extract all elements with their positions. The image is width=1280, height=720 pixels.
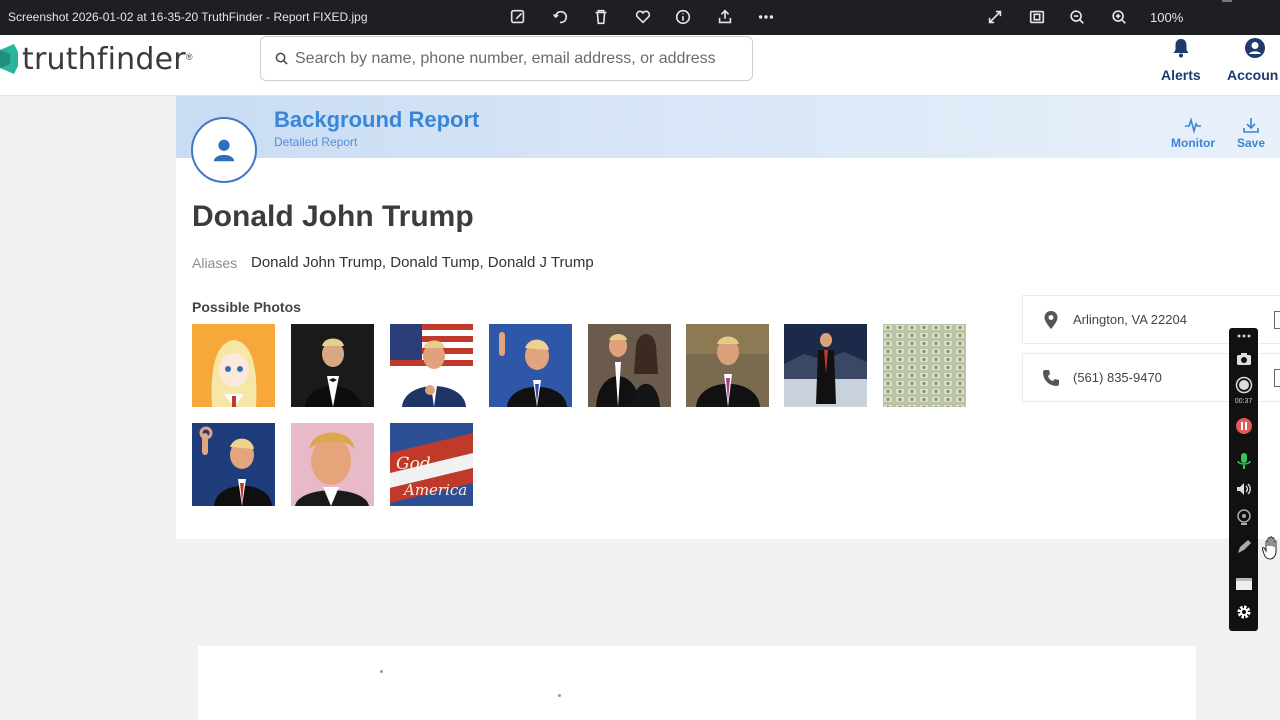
zoom-in-icon[interactable]: [1108, 6, 1130, 28]
delete-icon[interactable]: [590, 6, 612, 28]
zoom-out-icon[interactable]: [1066, 6, 1088, 28]
photo-thumbnail[interactable]: [489, 324, 572, 407]
recorder-toolbar: 00:37: [1229, 328, 1258, 631]
hand-cursor-icon: [1262, 536, 1277, 560]
alerts-button[interactable]: Alerts: [1161, 37, 1201, 83]
photo-thumbnail[interactable]: [291, 324, 374, 407]
photo-thumbnail[interactable]: [291, 423, 374, 506]
search-box[interactable]: [260, 36, 753, 81]
viewer-file-title: Screenshot 2026-01-02 at 16-35-20 TruthF…: [8, 10, 368, 24]
window-minimize-icon[interactable]: [1222, 0, 1232, 2]
logo-registered-mark: ®: [185, 52, 193, 62]
svg-text:America: America: [402, 481, 467, 499]
logo-text: truthfinder: [22, 41, 186, 77]
location-text: Arlington, VA 22204: [1073, 312, 1187, 327]
bell-icon: [1173, 39, 1189, 58]
account-label: Accoun: [1227, 67, 1279, 83]
phone-text: (561) 835-9470: [1073, 370, 1162, 385]
fit-icon[interactable]: [1026, 6, 1048, 28]
phone-icon: [1043, 369, 1059, 386]
download-icon: [1243, 118, 1259, 133]
aliases-value: Donald John Trump, Donald Tump, Donald J…: [251, 254, 594, 271]
photo-thumbnail[interactable]: [192, 423, 275, 506]
report-title: Background Report: [274, 107, 480, 132]
alerts-label: Alerts: [1161, 67, 1201, 83]
person-name: Donald John Trump: [192, 200, 474, 233]
search-icon: [275, 52, 288, 65]
save-label: Save: [1237, 136, 1266, 150]
more-icon[interactable]: [755, 6, 777, 28]
camera-icon[interactable]: [1233, 348, 1254, 369]
speck: [558, 694, 561, 697]
edit-icon[interactable]: [507, 6, 529, 28]
pen-icon[interactable]: [1233, 536, 1254, 557]
photo-thumbnail[interactable]: [784, 324, 867, 407]
record-icon[interactable]: [1233, 374, 1254, 395]
truthfinder-logo[interactable]: truthfinder ®: [0, 41, 192, 77]
photo-thumbnail[interactable]: [588, 324, 671, 407]
pulse-icon: [1185, 117, 1201, 134]
next-section-card: [198, 646, 1196, 720]
expand-icon[interactable]: [984, 6, 1006, 28]
copy-icon[interactable]: [1274, 311, 1280, 329]
share-icon[interactable]: [714, 6, 736, 28]
photo-thumbnail[interactable]: [883, 324, 966, 407]
photo-thumbnail[interactable]: [192, 324, 275, 407]
speck: [380, 670, 383, 673]
report-card: Background Report Detailed Report Monito…: [176, 96, 1280, 539]
photo-thumbnail[interactable]: [390, 324, 473, 407]
recorder-menu-icon[interactable]: [1233, 330, 1254, 342]
search-input[interactable]: [295, 49, 745, 68]
speaker-icon[interactable]: [1233, 478, 1254, 499]
account-button[interactable]: Accoun: [1227, 37, 1278, 83]
photo-thumbnail[interactable]: God America: [390, 423, 473, 506]
viewer-title-bar: Screenshot 2026-01-02 at 16-35-20 TruthF…: [0, 0, 1280, 35]
report-subtitle: Detailed Report: [274, 135, 358, 149]
account-icon: [1245, 38, 1265, 58]
avatar: [191, 117, 257, 183]
info-icon[interactable]: [672, 6, 694, 28]
aliases-label: Aliases: [192, 255, 238, 271]
photo-thumbnail[interactable]: [686, 324, 769, 407]
site-header: truthfinder® Alerts Accoun: [0, 35, 1280, 96]
person-icon: [213, 139, 235, 162]
map-pin-icon: [1044, 310, 1058, 329]
zoom-level[interactable]: 100%: [1150, 10, 1183, 25]
monitor-button[interactable]: Monitor: [1171, 116, 1215, 150]
settings-icon[interactable]: [1233, 601, 1254, 622]
pause-icon[interactable]: [1233, 415, 1254, 436]
monitor-label: Monitor: [1171, 136, 1215, 150]
rotate-icon[interactable]: [549, 6, 571, 28]
svg-text:God: God: [396, 454, 431, 474]
copy-icon[interactable]: [1274, 369, 1280, 387]
recording-timer: 00:37: [1234, 398, 1253, 405]
microphone-icon[interactable]: [1233, 450, 1254, 471]
save-button[interactable]: Save: [1237, 116, 1265, 150]
logo-mark-icon: [0, 44, 18, 74]
webcam-icon[interactable]: [1233, 506, 1254, 527]
window-icon[interactable]: [1233, 573, 1254, 594]
report-banner: Background Report Detailed Report Monito…: [176, 96, 1280, 158]
possible-photos-label: Possible Photos: [192, 299, 301, 315]
favorite-icon[interactable]: [632, 6, 654, 28]
